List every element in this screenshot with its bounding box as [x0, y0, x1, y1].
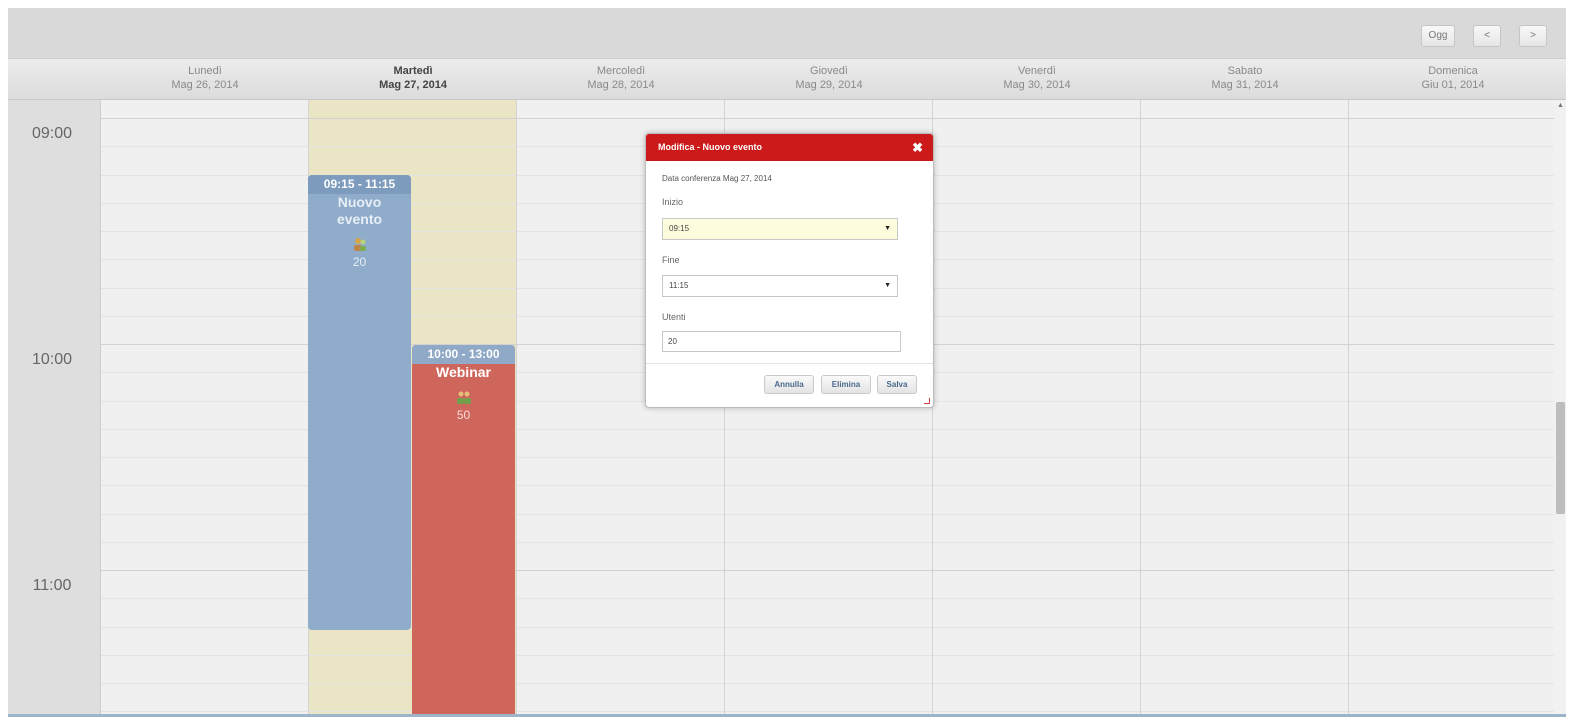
day-date: Mag 31, 2014 — [1211, 79, 1279, 91]
hour-gridline — [8, 570, 1554, 571]
event-title-line2: evento — [336, 211, 383, 227]
slot-gridline — [8, 711, 1554, 712]
day-name: Mercoledì — [596, 65, 646, 77]
delete-button[interactable]: Elimina — [821, 375, 871, 394]
day-name: Domenica — [1428, 65, 1478, 77]
day-header: Lunedì Mag 26, 2014 Martedì Mag 27, 2014… — [8, 58, 1566, 100]
slot-gridline — [8, 683, 1554, 684]
event-title-line1: Nuovo — [337, 194, 382, 210]
vertical-scrollbar[interactable]: ▲ — [1554, 100, 1566, 715]
end-time-value: 11:15 — [669, 281, 689, 290]
start-time-select[interactable]: 09:15 ▼ — [662, 218, 898, 240]
users-input[interactable] — [662, 331, 901, 352]
day-header-tuesday[interactable]: Martedì Mag 27, 2014 — [309, 64, 517, 92]
day-header-monday[interactable]: Lunedì Mag 26, 2014 — [101, 64, 309, 92]
conference-date-text: Data conferenza Mag 27, 2014 — [662, 174, 772, 183]
hour-gridline — [8, 118, 1554, 119]
people-icon — [308, 236, 411, 255]
day-date: Giu 01, 2014 — [1421, 79, 1485, 91]
users-label: Utenti — [662, 312, 686, 322]
cancel-button[interactable]: Annulla — [764, 375, 814, 394]
day-date: Mag 30, 2014 — [1003, 79, 1071, 91]
slot-gridline — [8, 627, 1554, 628]
slot-gridline — [8, 598, 1554, 599]
slot-gridline — [8, 429, 1554, 430]
today-button[interactable]: Ogg — [1421, 25, 1455, 47]
hour-label-10: 10:00 — [31, 351, 73, 368]
dropdown-arrow-icon: ▼ — [884, 225, 891, 232]
day-date: Mag 28, 2014 — [587, 79, 655, 91]
people-icon — [412, 389, 515, 408]
slot-gridline — [8, 542, 1554, 543]
scroll-up-arrow-icon[interactable]: ▲ — [1556, 102, 1565, 112]
day-name: Lunedì — [188, 65, 222, 77]
resize-handle-icon[interactable] — [924, 398, 930, 404]
day-header-wednesday[interactable]: Mercoledì Mag 28, 2014 — [517, 64, 725, 92]
hour-label-09: 09:00 — [31, 125, 73, 142]
dialog-separator — [646, 363, 933, 364]
day-header-saturday[interactable]: Sabato Mag 31, 2014 — [1141, 64, 1349, 92]
dialog-titlebar: Modifica - Nuovo evento ✖ — [646, 134, 933, 161]
event-title: Webinar — [436, 364, 491, 380]
edit-event-dialog: Modifica - Nuovo evento ✖ Data conferenz… — [645, 133, 934, 408]
day-header-friday[interactable]: Venerdì Mag 30, 2014 — [933, 64, 1141, 92]
bottom-border — [8, 714, 1566, 717]
save-button[interactable]: Salva — [877, 375, 917, 394]
day-date: Mag 26, 2014 — [171, 79, 239, 91]
slot-gridline — [8, 655, 1554, 656]
event-time: 09:15 - 11:15 — [308, 175, 411, 194]
day-header-thursday[interactable]: Giovedì Mag 29, 2014 — [725, 64, 933, 92]
day-column-divider — [516, 100, 517, 715]
dropdown-arrow-icon: ▼ — [884, 282, 891, 289]
close-icon[interactable]: ✖ — [912, 134, 923, 161]
calendar-toolbar: Ogg < > — [8, 8, 1566, 58]
calendar-event-nuovo-evento[interactable]: 09:15 - 11:15 Nuovo evento 20 — [308, 175, 411, 630]
prev-week-button[interactable]: < — [1473, 25, 1501, 47]
event-attendees-count: 50 — [456, 408, 471, 422]
event-time: 10:00 - 13:00 — [412, 345, 515, 364]
calendar-event-webinar[interactable]: 10:00 - 13:00 Webinar 50 — [412, 345, 515, 715]
end-time-select[interactable]: 11:15 ▼ — [662, 275, 898, 297]
day-name: Venerdì — [1018, 65, 1056, 77]
day-name: Giovedì — [810, 65, 848, 77]
day-name: Martedì — [393, 65, 433, 77]
hour-label-11: 11:00 — [32, 577, 72, 594]
day-name: Sabato — [1227, 65, 1263, 77]
slot-gridline — [8, 514, 1554, 515]
day-column-divider — [1348, 100, 1349, 715]
start-label: Inizio — [662, 197, 684, 207]
day-header-sunday[interactable]: Domenica Giu 01, 2014 — [1349, 64, 1557, 92]
scrollbar-thumb[interactable] — [1556, 402, 1565, 514]
time-column: 09:00 10:00 11:00 — [8, 100, 101, 715]
day-date: Mag 29, 2014 — [795, 79, 863, 91]
event-attendees-count: 20 — [352, 255, 367, 269]
next-week-button[interactable]: > — [1519, 25, 1547, 47]
end-label: Fine — [662, 255, 680, 265]
slot-gridline — [8, 485, 1554, 486]
day-date: Mag 27, 2014 — [379, 79, 447, 91]
slot-gridline — [8, 457, 1554, 458]
dialog-title: Modifica - Nuovo evento — [658, 142, 763, 152]
start-time-value: 09:15 — [669, 224, 690, 233]
day-column-divider — [1140, 100, 1141, 715]
